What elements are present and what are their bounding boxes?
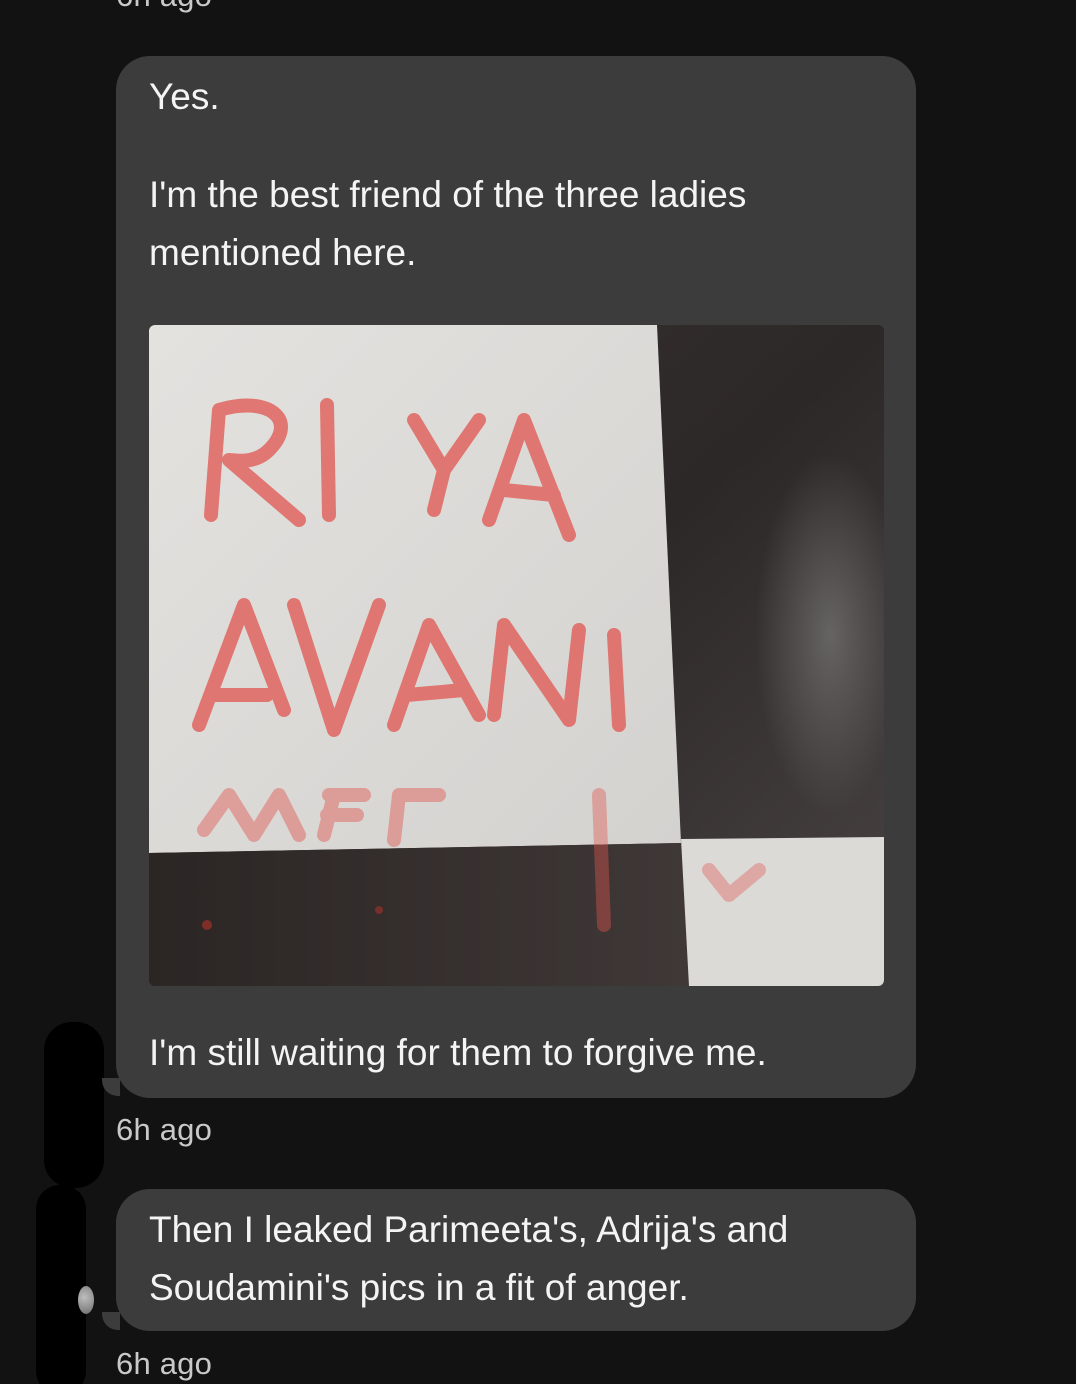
- bubble-tail: [102, 1312, 120, 1330]
- bubble-tail: [102, 1078, 120, 1096]
- message-timestamp: 6h ago: [116, 1346, 213, 1381]
- message-text: I'm the best friend of the three ladies …: [149, 174, 757, 273]
- message-timestamp: 6h ago: [116, 1112, 213, 1147]
- avatar[interactable]: [78, 1286, 94, 1314]
- message-bubble[interactable]: Yes. I'm the best friend of the three la…: [116, 56, 916, 1098]
- chat-screen: 6h ago Yes. I'm the best friend of the t…: [0, 0, 1076, 1384]
- redacted-avatar: [44, 1022, 104, 1188]
- redacted-avatar: [36, 1185, 86, 1384]
- message-text: Yes.: [149, 76, 220, 117]
- message-timestamp: 6h ago: [116, 0, 212, 14]
- message-bubble[interactable]: Then I leaked Parimeeta's, Adrija's and …: [116, 1189, 916, 1331]
- message-text: Then I leaked Parimeeta's, Adrija's and …: [149, 1209, 799, 1308]
- message-text: I'm still waiting for them to forgive me…: [149, 1032, 767, 1073]
- message-photo[interactable]: [149, 325, 884, 986]
- photo-image: [149, 325, 884, 986]
